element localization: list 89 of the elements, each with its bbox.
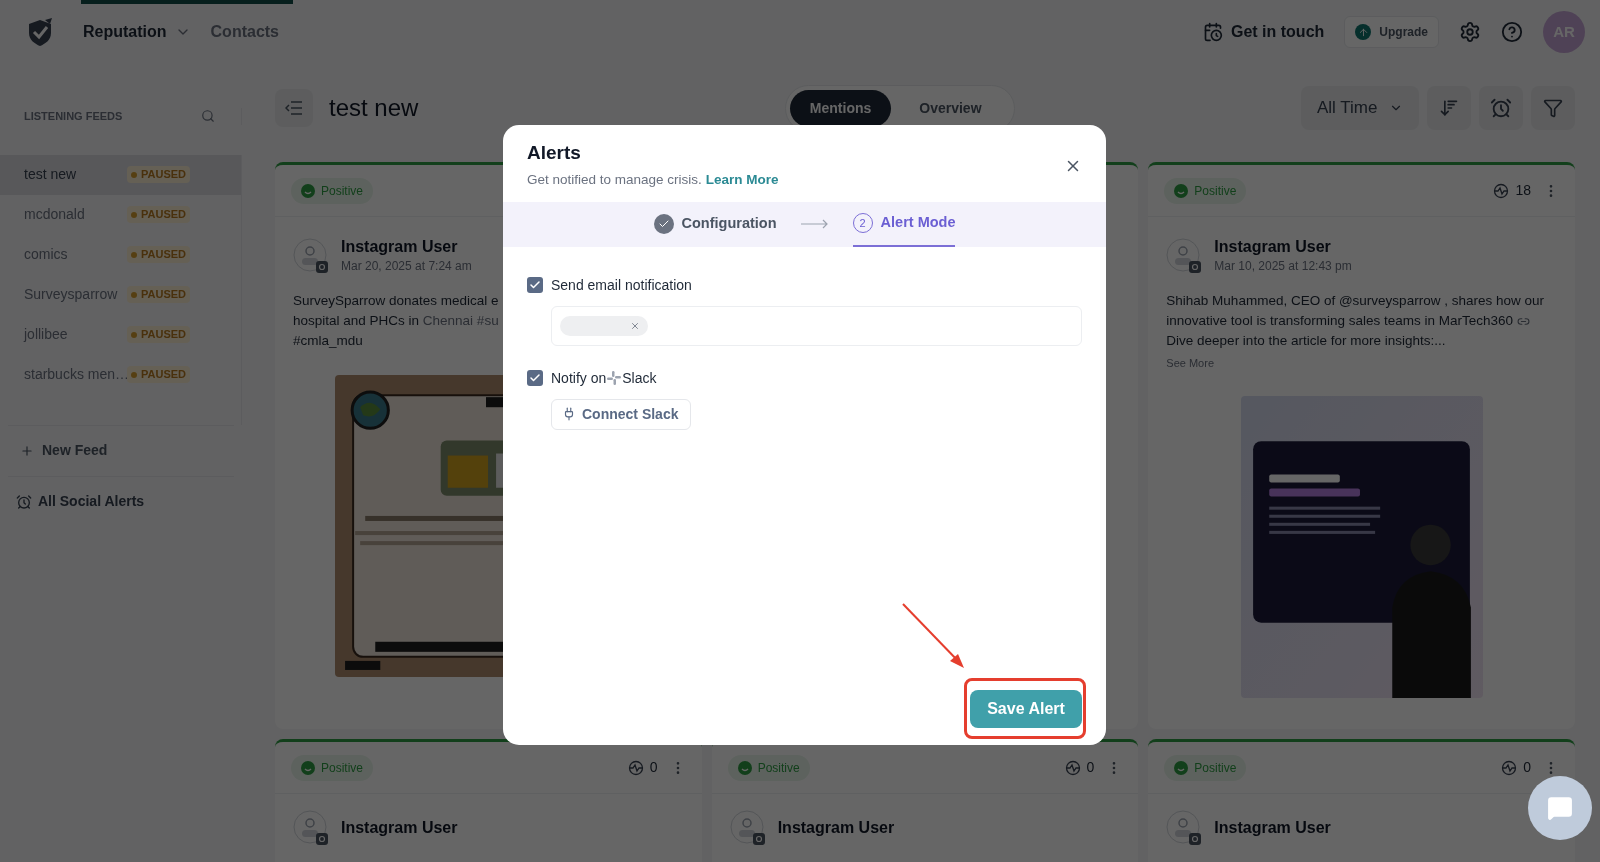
help-icon[interactable] — [1501, 21, 1523, 43]
status-badge: PAUSED — [127, 326, 191, 343]
plug-icon — [562, 407, 576, 422]
nav-tab[interactable]: Reputation — [83, 0, 191, 64]
post-text-line: hospital and PHCs in Chennai #su — [293, 312, 499, 330]
activity-icon — [627, 759, 644, 776]
pointer-arrow — [902, 603, 966, 669]
avatar-icon — [729, 810, 766, 846]
option-label: Notify on — [551, 368, 607, 388]
activity-icon — [1493, 182, 1510, 199]
collapse-icon — [285, 101, 303, 115]
mention-count: 18 — [1515, 181, 1531, 200]
view-tab[interactable]: Overview — [891, 89, 1010, 127]
smile-icon — [301, 183, 315, 198]
feed-name: test new — [24, 165, 78, 184]
smile-icon — [737, 760, 752, 775]
avatar-icon — [293, 810, 329, 846]
see-more-link[interactable]: See More — [1166, 355, 1557, 372]
feed-item[interactable]: test new PAUSED — [0, 154, 241, 195]
checkbox[interactable] — [527, 370, 543, 387]
save-alert-button[interactable]: Save Alert — [970, 690, 1082, 728]
smile-icon — [1174, 760, 1189, 775]
status-badge: PAUSED — [127, 246, 191, 263]
post-date: Mar 10, 2025 at 12:43 pm — [1214, 258, 1352, 275]
alarm-button[interactable] — [1479, 86, 1523, 130]
option-label: Slack — [622, 368, 657, 388]
smile-icon — [1174, 183, 1189, 198]
mention-count: 0 — [649, 758, 658, 777]
upgrade-button[interactable]: Upgrade — [1344, 16, 1439, 48]
plus-icon — [20, 443, 34, 458]
avatar-icon — [1166, 238, 1203, 274]
alarm-icon — [16, 493, 32, 510]
settings-icon[interactable] — [1459, 21, 1481, 43]
time-range-dropdown[interactable]: All Time — [1301, 86, 1419, 130]
check-icon — [653, 214, 674, 235]
status-badge: PAUSED — [127, 166, 191, 183]
step-tab[interactable]: 2 Alert Mode — [852, 201, 956, 247]
avatar-icon — [293, 238, 329, 274]
arrow-up-icon — [1355, 24, 1372, 40]
sentiment-badge: Positive — [291, 177, 374, 204]
user-name: Instagram User — [777, 818, 895, 838]
collapse-button[interactable] — [275, 89, 313, 127]
option-label: Send email notification — [551, 275, 692, 295]
sort-icon — [1439, 98, 1459, 118]
sort-button[interactable] — [1427, 86, 1471, 130]
avatar-icon — [1166, 810, 1203, 846]
email-field[interactable] — [551, 305, 1082, 346]
status-badge: PAUSED — [127, 206, 191, 223]
post-text-line: Shihab Muhammed, CEO of @surveysparrow , shares how our — [1166, 292, 1544, 310]
alarm-icon — [1490, 97, 1512, 119]
smile-icon — [301, 760, 315, 775]
post-text-line: #cmla_mdu — [293, 332, 363, 350]
sentiment-badge: Positive — [291, 754, 374, 781]
mention-count: 0 — [1523, 758, 1531, 777]
user-name: Instagram User — [1214, 237, 1332, 257]
user-name: Instagram User — [341, 237, 459, 257]
post-date: Mar 20, 2025 at 7:24 am — [341, 258, 472, 275]
dialog-subtitle: Get notified to manage crisis. — [527, 170, 702, 189]
user-name: Instagram User — [1214, 818, 1331, 838]
activity-icon — [1501, 759, 1518, 776]
status-badge: PAUSED — [127, 286, 191, 303]
new-feed-button[interactable]: New Feed — [0, 425, 242, 476]
sentiment-badge: Positive — [1164, 177, 1247, 204]
connect-slack-button[interactable]: Connect Slack — [551, 398, 691, 430]
learn-more-link[interactable]: Learn More — [705, 169, 779, 190]
page-title: test new — [329, 93, 419, 123]
view-tab[interactable]: Mentions — [789, 89, 892, 127]
slack-icon — [607, 371, 622, 386]
get-in-touch-button[interactable]: Get in touch — [1203, 20, 1325, 44]
filter-button[interactable] — [1531, 86, 1575, 130]
post-text-line: SurveySparrow donates medical e — [293, 292, 499, 310]
filter-icon — [1543, 98, 1563, 118]
sentiment-badge: Positive — [727, 754, 810, 781]
arrow-icon — [800, 219, 829, 230]
post-text-line: Dive deeper into the article for more insights:... — [1166, 332, 1446, 350]
chat-icon — [1547, 795, 1573, 821]
status-badge: PAUSED — [127, 366, 191, 383]
checkbox[interactable] — [527, 277, 543, 294]
mention-count: 0 — [1086, 758, 1095, 777]
dialog-title: Alerts — [527, 141, 582, 165]
calendar-clock-icon — [1203, 22, 1223, 42]
activity-icon — [1064, 759, 1081, 776]
remove-icon[interactable] — [630, 320, 640, 331]
sentiment-badge: Positive — [1164, 754, 1247, 781]
post-text-line: innovative tool is transforming sales teams in MarTech360 — [1166, 312, 1513, 330]
user-name: Instagram User — [341, 818, 458, 838]
search-icon[interactable] — [201, 109, 215, 124]
step-tab[interactable]: Configuration — [653, 201, 777, 247]
all-alerts-link[interactable]: All Social Alerts — [0, 476, 242, 527]
